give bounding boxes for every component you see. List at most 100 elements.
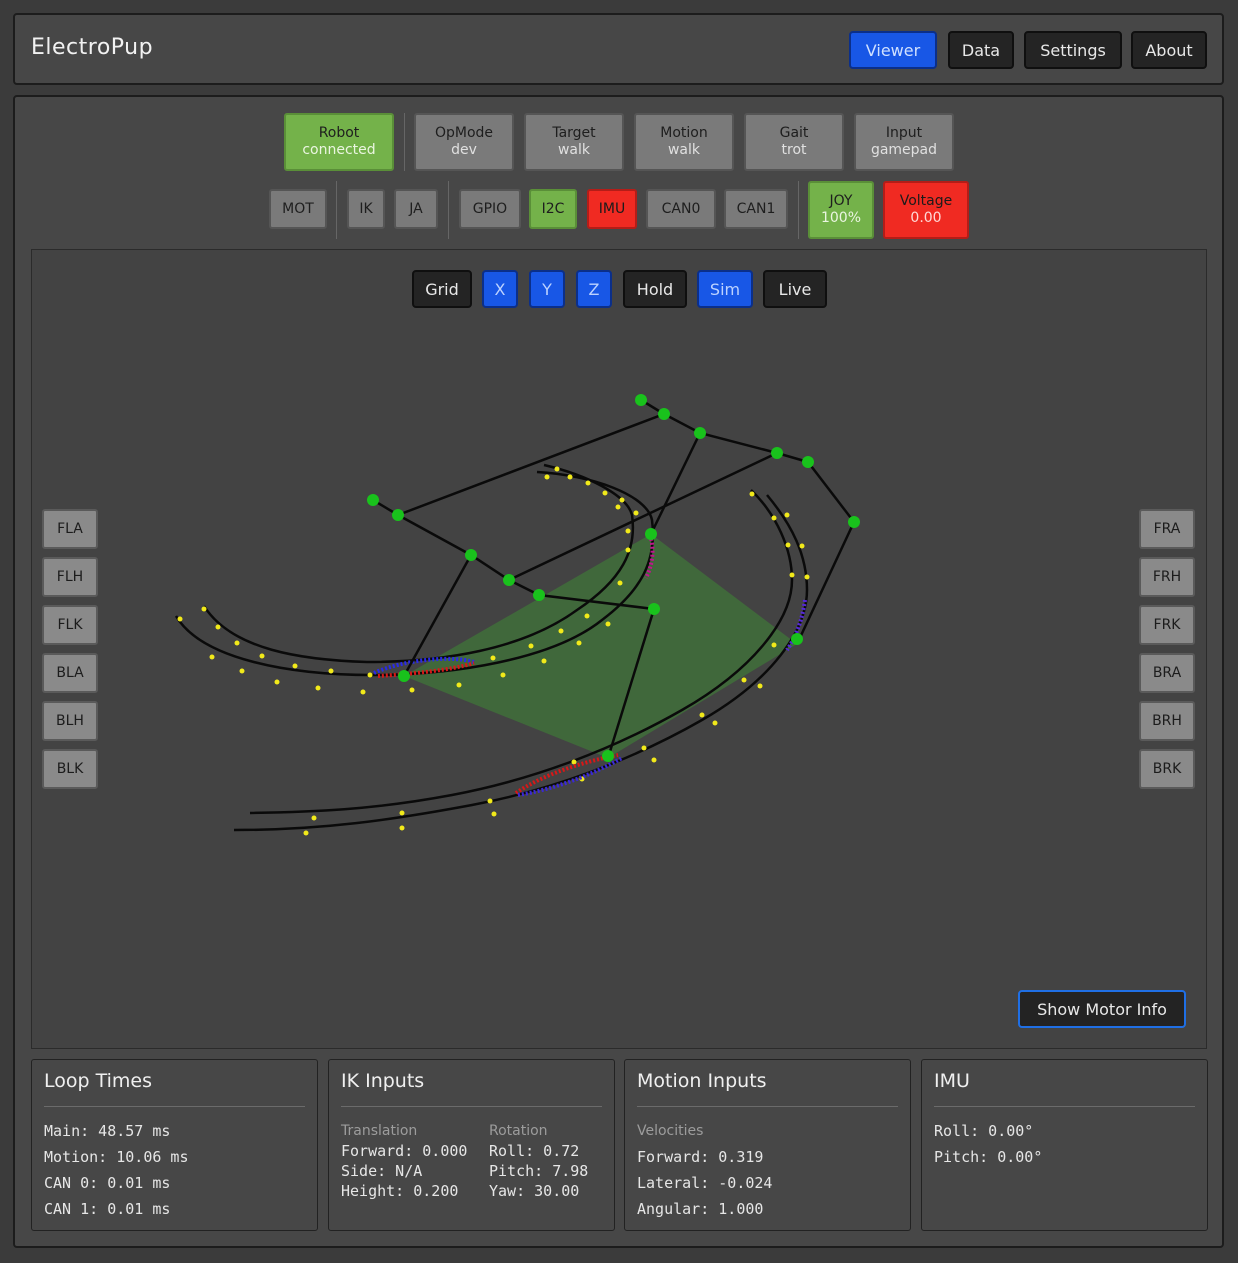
- status-joy[interactable]: JOY 100%: [808, 181, 874, 239]
- motor-brh-button[interactable]: BRH: [1139, 701, 1195, 741]
- velocities-label: Velocities: [637, 1123, 704, 1139]
- motor-frh-button[interactable]: FRH: [1139, 557, 1195, 597]
- trajectory-marker: [528, 643, 534, 649]
- status-separator: [448, 181, 449, 239]
- trajectory-marker: [615, 504, 621, 510]
- status-gait[interactable]: Gait trot: [744, 113, 844, 171]
- hold-button[interactable]: Hold: [623, 270, 687, 308]
- nav-about-button[interactable]: About: [1131, 31, 1207, 69]
- status-i2c[interactable]: I2C: [529, 189, 577, 229]
- joint: [367, 494, 379, 506]
- header-bar: ElectroPup Viewer Data Settings About: [13, 13, 1224, 85]
- joint: [694, 427, 706, 439]
- status-joy-label: JOY: [829, 193, 853, 209]
- motor-blk-button[interactable]: BLK: [42, 749, 98, 789]
- status-ik[interactable]: IK: [347, 189, 385, 229]
- trajectory-marker: [771, 515, 777, 521]
- status-mot[interactable]: MOT: [269, 189, 327, 229]
- motor-frk-button[interactable]: FRK: [1139, 605, 1195, 645]
- status-opmode-value: dev: [451, 142, 477, 158]
- status-robot[interactable]: Robot connected: [284, 113, 394, 171]
- body-frame: [663, 412, 855, 523]
- toggle-y-axis-button[interactable]: Y: [529, 270, 565, 308]
- foot-contact: [791, 633, 803, 645]
- card-divider: [44, 1106, 305, 1107]
- imu-card: IMU Roll: 0.00° Pitch: 0.00°: [921, 1059, 1208, 1231]
- motor-bla-button[interactable]: BLA: [42, 653, 98, 693]
- imu-roll: Roll: 0.00°: [934, 1122, 1034, 1140]
- leg-link: [649, 432, 702, 535]
- swing-arc: [514, 753, 619, 795]
- trajectory-marker: [367, 672, 373, 678]
- status-opmode-label: OpMode: [434, 125, 494, 141]
- status-can0[interactable]: CAN0: [646, 189, 716, 229]
- trajectory-marker: [315, 685, 321, 691]
- trajectory-marker: [399, 810, 405, 816]
- joint: [392, 509, 404, 521]
- status-voltage-value: 0.00: [910, 210, 942, 226]
- nav-data-button[interactable]: Data: [948, 31, 1014, 69]
- main-panel: Robot connected OpMode dev Target walk M…: [13, 95, 1224, 1248]
- trajectory-marker: [605, 621, 611, 627]
- status-voltage[interactable]: Voltage 0.00: [883, 181, 969, 239]
- trajectory-marker: [456, 682, 462, 688]
- status-ja[interactable]: JA: [394, 189, 438, 229]
- rotation-label: Rotation: [489, 1123, 548, 1139]
- card-title: IK Inputs: [341, 1070, 425, 1092]
- trajectory-marker: [303, 830, 309, 836]
- trajectory-marker: [804, 574, 810, 580]
- joint: [635, 394, 647, 406]
- motor-fla-button[interactable]: FLA: [42, 509, 98, 549]
- status-can1[interactable]: CAN1: [724, 189, 788, 229]
- motor-brk-button[interactable]: BRK: [1139, 749, 1195, 789]
- status-target[interactable]: Target walk: [524, 113, 624, 171]
- trajectory-marker: [576, 640, 582, 646]
- motion-inputs-card: Motion Inputs Velocities Forward: 0.319 …: [624, 1059, 911, 1231]
- trajectory-marker: [491, 811, 497, 817]
- motion-angular: Angular: 1.000: [637, 1200, 764, 1218]
- status-target-label: Target: [552, 125, 596, 141]
- trajectory-marker: [712, 720, 718, 726]
- foot-contact: [398, 670, 410, 682]
- trajectory-marker: [771, 642, 777, 648]
- live-mode-button[interactable]: Live: [763, 270, 827, 308]
- motor-flk-button[interactable]: FLK: [42, 605, 98, 645]
- card-divider: [341, 1106, 602, 1107]
- nav-settings-button[interactable]: Settings: [1024, 31, 1122, 69]
- motor-bra-button[interactable]: BRA: [1139, 653, 1195, 693]
- toggle-z-axis-button[interactable]: Z: [576, 270, 612, 308]
- joint: [465, 549, 477, 561]
- body-frame: [397, 398, 667, 517]
- foot-contact: [645, 528, 657, 540]
- nav-viewer-button[interactable]: Viewer: [849, 31, 937, 69]
- motor-blh-button[interactable]: BLH: [42, 701, 98, 741]
- motor-flh-button[interactable]: FLH: [42, 557, 98, 597]
- status-robot-value: connected: [302, 142, 376, 158]
- ik-roll: Roll: 0.72: [489, 1142, 580, 1160]
- status-gait-value: trot: [781, 142, 807, 158]
- show-motor-info-button[interactable]: Show Motor Info: [1018, 990, 1186, 1028]
- status-robot-label: Robot: [318, 125, 360, 141]
- trajectory-marker: [239, 668, 245, 674]
- trajectory-marker: [602, 490, 608, 496]
- sim-mode-button[interactable]: Sim: [697, 270, 753, 308]
- status-input[interactable]: Input gamepad: [854, 113, 954, 171]
- loop-motion: Motion: 10.06 ms: [44, 1148, 189, 1166]
- trajectory-marker: [328, 668, 334, 674]
- joint: [802, 456, 814, 468]
- status-target-value: walk: [557, 142, 591, 158]
- toggle-x-axis-button[interactable]: X: [482, 270, 518, 308]
- ik-forward: Forward: 0.000: [341, 1142, 468, 1160]
- status-input-label: Input: [885, 125, 923, 141]
- status-opmode[interactable]: OpMode dev: [414, 113, 514, 171]
- status-motion[interactable]: Motion walk: [634, 113, 734, 171]
- toggle-grid-button[interactable]: Grid: [412, 270, 472, 308]
- ik-side: Side: N/A: [341, 1162, 423, 1180]
- trajectory-marker: [274, 679, 280, 685]
- status-gpio[interactable]: GPIO: [459, 189, 521, 229]
- robot-3d-viewer[interactable]: Grid X Y Z Hold Sim Live FLA FLH FLK BLA…: [31, 249, 1207, 1049]
- trajectory-marker: [633, 510, 639, 516]
- motor-fra-button[interactable]: FRA: [1139, 509, 1195, 549]
- trajectory-marker: [201, 606, 207, 612]
- status-imu[interactable]: IMU: [587, 189, 637, 229]
